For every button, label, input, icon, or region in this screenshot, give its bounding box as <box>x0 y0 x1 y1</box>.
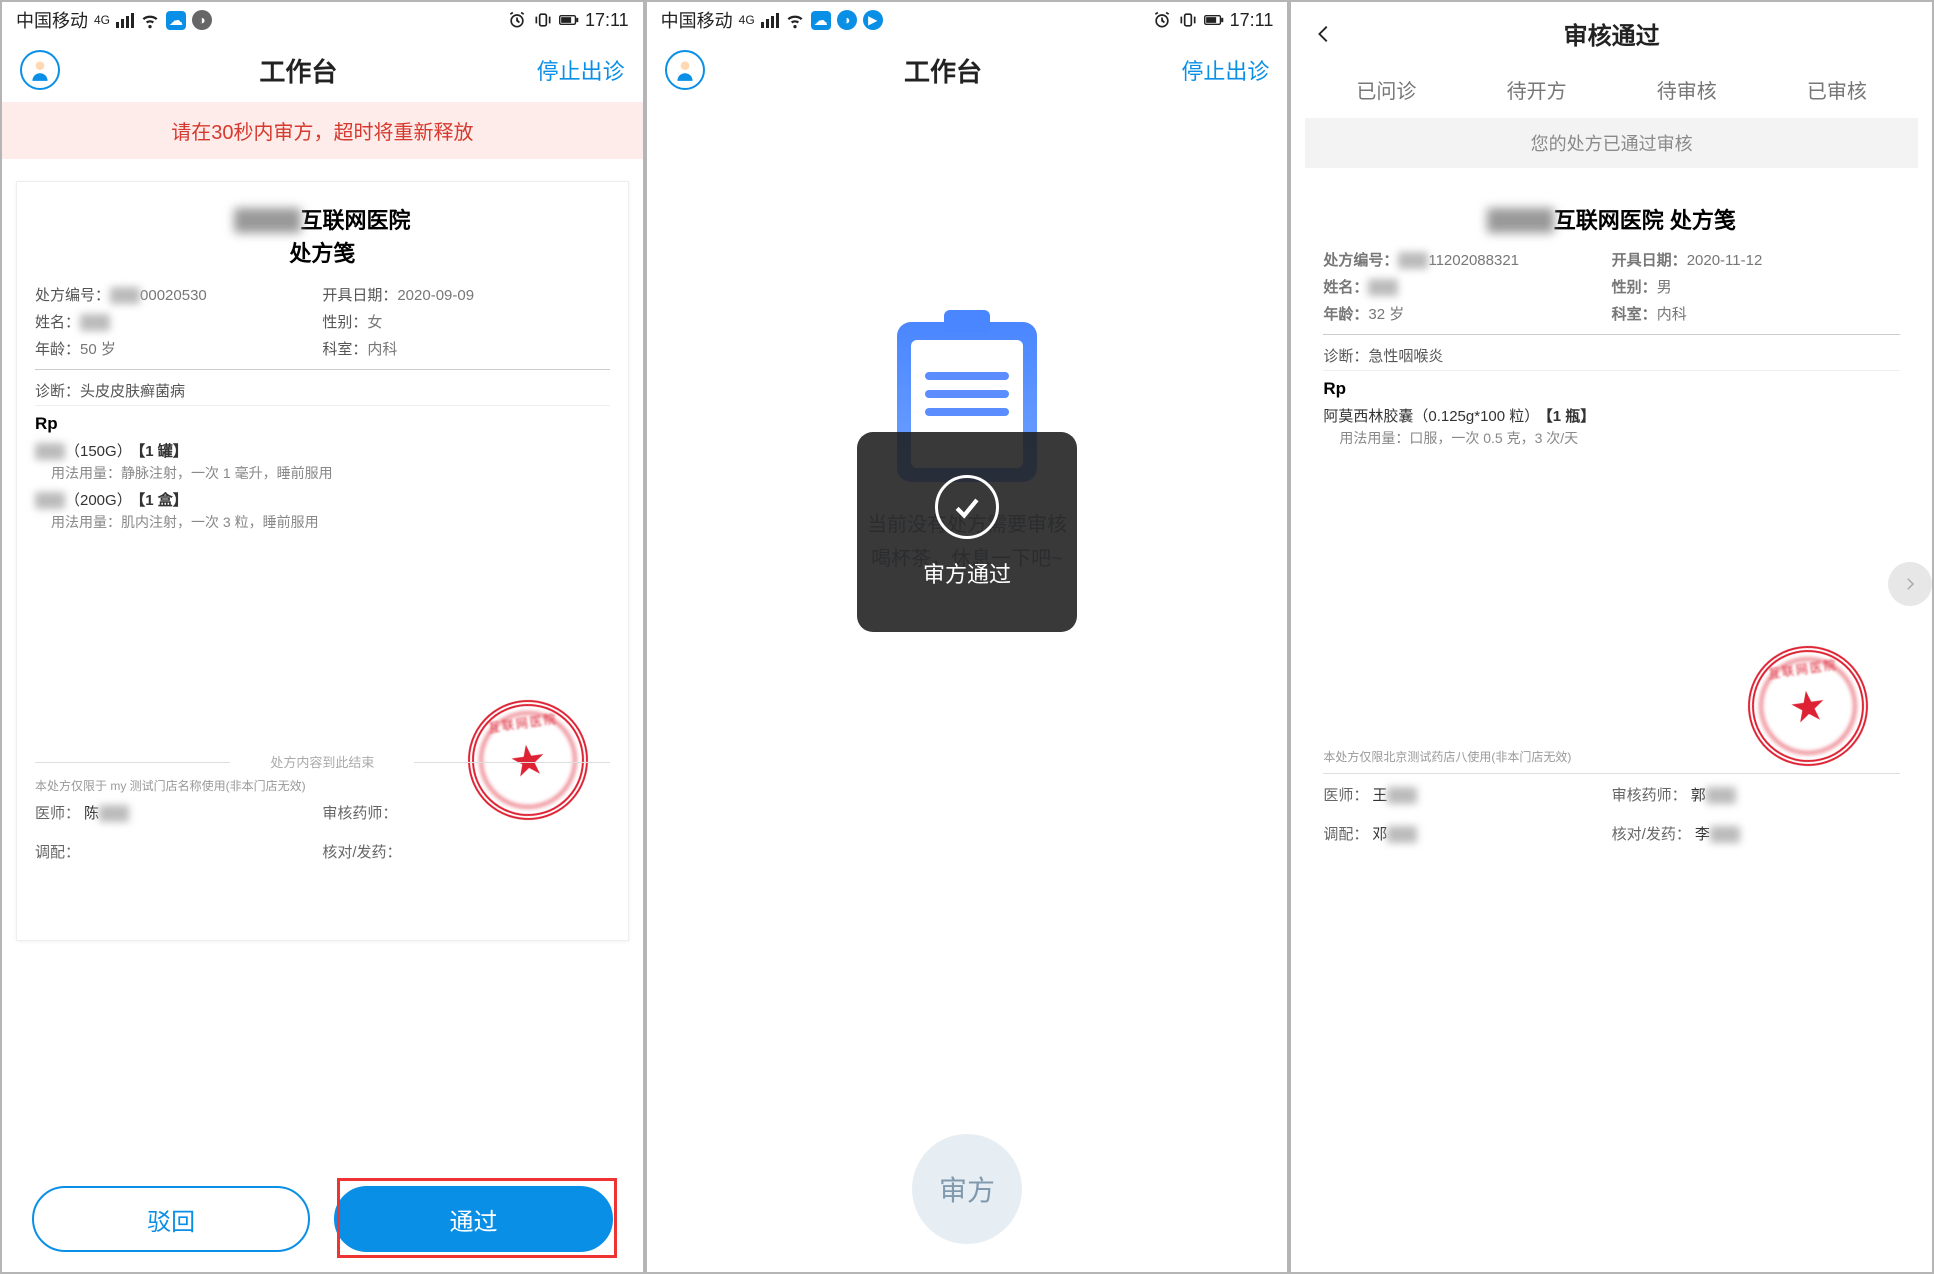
page-title: 审核通过 <box>1309 16 1914 51</box>
cloud-icon: ☁ <box>166 11 186 30</box>
screen-review: 中国移动 4G ☁ ◑ 17:11 工作台 停止出诊 请在30秒内审方，超时将重… <box>0 0 645 1274</box>
wifi-icon <box>785 10 805 30</box>
action-bar: 驳回 通过 <box>2 1186 643 1252</box>
rp-label: Rp <box>35 414 610 434</box>
avatar[interactable] <box>665 50 705 90</box>
rx-meta: 处方编号：xx00020530 开具日期：2020-09-09 姓名：xx 性别… <box>35 284 610 370</box>
tab-consulted[interactable]: 已问诊 <box>1356 75 1416 104</box>
battery-icon <box>1204 10 1224 30</box>
prescription-card: ████互联网医院 处方笺 处方编号：x11202088321 开具日期：202… <box>1305 186 1918 966</box>
signal-icon <box>116 13 134 28</box>
wifi-icon <box>140 10 160 30</box>
rp-label: Rp <box>1323 379 1900 399</box>
review-fab[interactable]: 审方 <box>912 1134 1022 1244</box>
dosage: 用法用量：口服，一次 0.5 克，3 次/天 <box>1339 428 1900 448</box>
compass-icon: ◑ <box>837 10 857 30</box>
tabs: 已问诊 待开方 待审核 已审核 <box>1291 65 1932 114</box>
tab-pending-rx[interactable]: 待开方 <box>1507 75 1567 104</box>
toast-text: 审方通过 <box>923 557 1011 589</box>
rx-meta: 处方编号：x11202088321 开具日期：2020-11-12 姓名：xx … <box>1323 249 1900 335</box>
tab-reviewed[interactable]: 已审核 <box>1807 75 1867 104</box>
drug-row: 阿莫西林胶囊（0.125g*100 粒）【1 瓶】 <box>1323 405 1900 426</box>
check-icon <box>935 475 999 539</box>
clock-label: 17:11 <box>585 10 629 31</box>
status-banner: 您的处方已通过审核 <box>1305 118 1918 168</box>
toast: 审方通过 <box>857 432 1077 632</box>
rx-end-line: 处方内容到此结束 <box>35 752 610 771</box>
side-next-button[interactable] <box>1888 562 1932 606</box>
battery-icon <box>559 10 579 30</box>
alarm-icon <box>507 10 527 30</box>
vibrate-icon <box>533 10 553 30</box>
diagnosis: 诊断：头皮皮肤癣菌病 <box>35 370 610 406</box>
stop-link[interactable]: 停止出诊 <box>537 54 625 86</box>
warning-banner: 请在30秒内审方，超时将重新释放 <box>2 102 643 159</box>
reject-button[interactable]: 驳回 <box>32 1186 310 1252</box>
clock-label: 17:11 <box>1230 10 1274 31</box>
page-title: 工作台 <box>904 52 982 89</box>
dosage: 用法用量：肌内注射，一次 3 粒，睡前服用 <box>51 512 610 532</box>
avatar[interactable] <box>20 50 60 90</box>
screen-approved: 审核通过 已问诊 待开方 待审核 已审核 您的处方已通过审核 ████互联网医院… <box>1289 0 1934 1274</box>
page-title: 工作台 <box>259 52 337 89</box>
app-header: 工作台 停止出诊 <box>2 38 643 102</box>
prescription-card: ████互联网医院 处方笺 处方编号：xx00020530 开具日期：2020-… <box>16 181 629 941</box>
diagnosis: 诊断：急性咽喉炎 <box>1323 335 1900 371</box>
signatures: 医师：王x 审核药师：郭x 调配：邓x 核对/发药：李x <box>1323 773 1900 844</box>
net-label: 4G <box>94 13 110 27</box>
cloud-icon: ☁ <box>811 11 831 30</box>
approve-button[interactable]: 通过 <box>334 1186 612 1252</box>
carrier-label: 中国移动 <box>661 7 733 33</box>
net-label: 4G <box>739 13 755 27</box>
signal-icon <box>761 13 779 28</box>
hospital-title: ████互联网医院 处方笺 <box>1323 204 1900 237</box>
drug-row: xx（150G）【1 罐】 <box>35 440 610 461</box>
status-bar: 中国移动 4G ☁ ◑ ▶ 17:11 <box>647 2 1288 38</box>
tab-pending-review[interactable]: 待审核 <box>1657 75 1717 104</box>
stop-link[interactable]: 停止出诊 <box>1181 54 1269 86</box>
hospital-title: ████互联网医院 处方笺 <box>35 204 610 270</box>
screen-toast: 中国移动 4G ☁ ◑ ▶ 17:11 工作台 停止出诊 当前没有处方需要审核 … <box>645 0 1290 1274</box>
carrier-label: 中国移动 <box>16 7 88 33</box>
compass-icon: ◑ <box>192 10 212 30</box>
status-bar: 中国移动 4G ☁ ◑ 17:11 <box>2 2 643 38</box>
app-header: 审核通过 <box>1291 2 1932 65</box>
dosage: 用法用量：静脉注射，一次 1 毫升，睡前服用 <box>51 463 610 483</box>
app-header: 工作台 停止出诊 <box>647 38 1288 102</box>
drug-row: xx（200G）【1 盒】 <box>35 489 610 510</box>
vibrate-icon <box>1178 10 1198 30</box>
alarm-icon <box>1152 10 1172 30</box>
compass2-icon: ▶ <box>863 10 883 30</box>
